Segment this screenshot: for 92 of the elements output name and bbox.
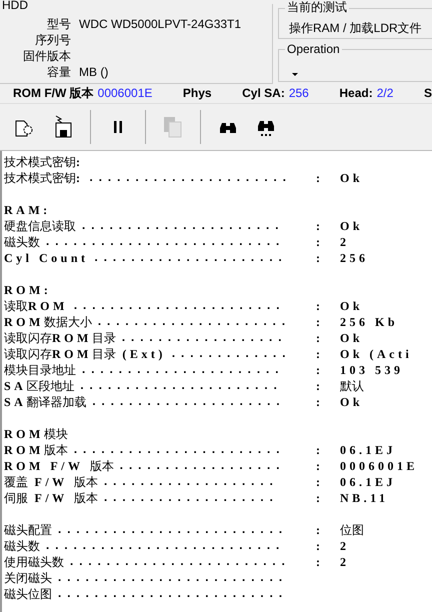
status-value: 2/2 [376,86,394,100]
leader-dots: ......................... [56,522,286,538]
leader-dots: ........................ [68,554,289,570]
leader-dots: ......................... [56,570,286,586]
log-label: 伺服 F/W 版本 [4,490,98,506]
leader-dots: .......................... [44,234,284,250]
leader-dots: ....................... [72,298,284,314]
separator-text: : [316,330,324,346]
status-label: Cyl SA: [242,86,285,100]
leader-dots: ..................... [92,250,286,266]
log-label: 磁头位图 [4,586,52,602]
separator-text: : [316,362,324,378]
separator-text: : [316,170,324,186]
status-label: S [424,86,432,100]
leader-dots: ..................... [90,394,284,410]
separator-text: : [316,394,324,410]
status-label: Head: [339,86,373,100]
field-label: 固件版本 [22,48,72,64]
separator-text: : [316,538,324,554]
log-value: 103 539 [340,362,404,378]
log-label: 覆盖 F/W 版本 [4,474,98,490]
leader-dots: ...................... [78,378,281,394]
log-value: 2 [340,234,350,250]
log-value: Ok [340,170,364,186]
leader-dots: ................... [102,490,277,506]
log-label: 使用磁头数 [4,554,64,570]
status-value: 256 [288,86,309,100]
field-label: 容量 [46,64,72,80]
leader-dots: ................... [102,474,277,490]
log-value: 2 [340,538,350,554]
log-label: 磁头数 [4,538,40,554]
log-value: 默认 [340,378,365,394]
log-value: 06.1EJ [340,442,398,458]
current-test-text: 操作RAM / 加载LDR文件 [289,21,422,35]
log-text: 技术模式密钥: [3,155,84,169]
log-value: 256 Kb [340,314,400,330]
field-label: 序列号 [34,32,72,48]
log-label: 技术模式密钥: [4,170,84,186]
separator-text: : [316,458,324,474]
leader-dots: ............. [170,346,290,362]
separator-text: : [316,218,324,234]
group-title: Operation [285,42,342,56]
leader-dots: .................. [118,458,284,474]
leader-dots: ...................... [80,218,282,234]
log-value: Ok [340,330,364,346]
leader-dots: ...................... [80,362,282,378]
field-value: WDC WD5000LPVT-24G33T1 [79,16,242,32]
leader-dots: ....................... [72,442,284,458]
log-value: NB.11 [340,490,390,506]
status-value: 0006001E [98,86,152,100]
log-value: 256 [340,250,370,266]
group-title: HDD [0,0,30,12]
leader-dots: ...................... [88,170,290,186]
separator-text: : [316,250,324,266]
log-label: Cyl Count [4,250,89,266]
log-label: 硬盘信息读取 [4,218,76,234]
log-value: 0006001E [340,458,420,474]
separator-text: : [316,346,324,362]
status-label: Phys [182,86,212,100]
separator-text: : [316,234,324,250]
field-label: 型号 [46,16,72,32]
separator-text: : [316,522,324,538]
leader-dots: ..................... [96,314,290,330]
leader-dots: .................. [120,330,286,346]
log-value: Ok (Acti [340,346,414,362]
log-value: Ok [340,218,364,234]
log-text: ROM: [3,283,52,297]
log-value: Ok [340,298,364,314]
separator-text: : [316,314,324,330]
log-text: RAM: [3,203,51,217]
caret-icon[interactable] [292,73,298,77]
field-value: MB () [79,64,108,80]
log-label: ROM F/W 版本 [4,458,114,474]
log-label: 模块目录地址 [4,362,76,378]
separator-text: : [316,474,324,490]
log-value: 2 [340,554,350,570]
group-title: 当前的测试 [285,0,349,14]
leader-dots: ......................... [56,586,286,602]
log-value: 位图 [340,522,365,538]
separator-text: : [316,378,324,394]
log-value: Ok [340,394,364,410]
separator-text: : [316,490,324,506]
log-label: 关闭磁头 [4,570,52,586]
log-label: 磁头数 [4,234,40,250]
separator-text: : [316,442,324,458]
leader-dots: .......................... [44,538,284,554]
separator-text: : [316,298,324,314]
log-label: 磁头配置 [4,522,52,538]
log-value: 06.1EJ [340,474,398,490]
separator-text: : [316,554,324,570]
log-label: 读取ROM [4,298,68,314]
status-label: ROM F/W 版本 [13,86,94,100]
